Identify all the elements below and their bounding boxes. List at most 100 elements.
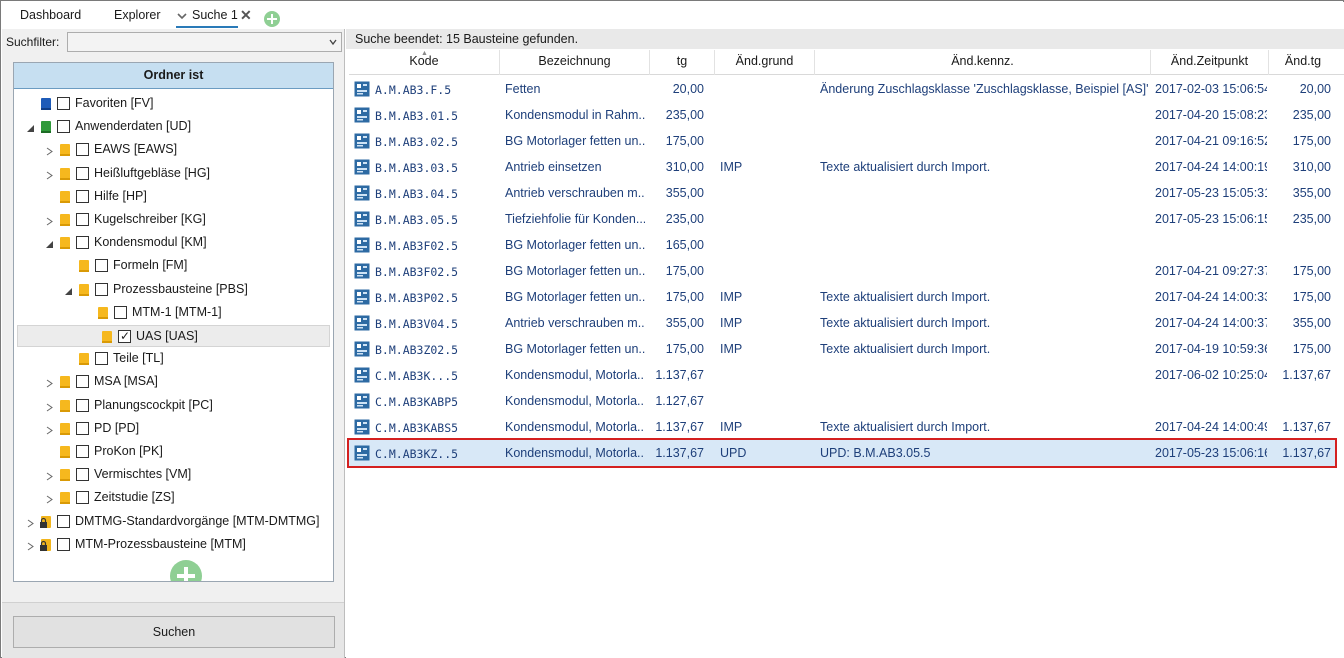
table-row[interactable]: B.M.AB3.05.5 Tiefziehfolie für Konden... 2… [349,206,1337,232]
column-header-aend-kennz[interactable]: Änd.kennz. [815,50,1151,75]
expand-open-icon[interactable] [45,238,54,249]
tree-item[interactable]: Anwenderdaten [UD] [14,116,333,138]
tree-item[interactable]: Teile [TL] [14,348,333,370]
tree-header: Ordner ist [14,63,333,89]
table-row[interactable]: A.M.AB3.F.5 Fetten 20,00 Änderung Zuschlags… [349,76,1337,102]
column-header-bezeichnung[interactable]: Bezeichnung [500,50,650,75]
expand-closed-icon[interactable] [45,169,54,180]
expand-closed-icon[interactable] [45,401,54,412]
checkbox-checked[interactable]: ✓ [118,330,131,343]
expand-closed-icon[interactable] [45,470,54,481]
tree-item[interactable]: DMTMG-Standardvorgänge [MTM-DMTMG] [14,511,333,533]
table-row[interactable]: B.M.AB3.02.5 BG Motorlager fetten un... 17… [349,128,1337,154]
table-row[interactable]: B.M.AB3V04.5 Antrieb verschrauben m... 355… [349,310,1337,336]
tree-item[interactable]: Zeitstudie [ZS] [14,487,333,509]
checkbox[interactable] [76,398,89,412]
table-row[interactable]: C.M.AB3KABS5 Kondensmodul, Motorla... 1.13… [349,414,1337,440]
column-header-aend-grund[interactable]: Änd.grund [715,50,815,75]
checkbox[interactable] [114,305,127,319]
tab-search[interactable]: Suche 1 ✕ [176,8,252,28]
cell-kode: B.M.AB3P02.5 [375,291,459,305]
close-icon[interactable]: ✕ [240,8,252,23]
cell-kode: C.M.AB3KABS5 [375,421,459,435]
table-row[interactable]: B.M.AB3P02.5 BG Motorlager fetten un... 17… [349,284,1337,310]
column-header-kode[interactable]: ▲ Kode [349,50,500,75]
checkbox[interactable] [76,421,89,435]
expand-closed-icon[interactable] [26,540,35,551]
search-button[interactable]: Suchen [13,616,335,648]
checkbox[interactable] [76,375,89,389]
checkbox[interactable] [57,120,70,134]
expand-open-icon[interactable] [26,122,35,133]
tab-explorer[interactable]: Explorer [114,8,161,28]
checkbox[interactable] [95,352,108,366]
checkbox[interactable] [76,189,89,203]
expand-closed-icon[interactable] [45,377,54,388]
locked-book-icon [38,537,54,553]
cell-bez: Antrieb verschrauben m... [505,316,645,330]
table-row[interactable]: B.M.AB3.01.5 Kondensmodul in Rahm... 235,0… [349,102,1337,128]
checkbox[interactable] [76,143,89,157]
checkbox[interactable] [57,537,70,551]
column-header-tg[interactable]: tg [650,50,715,75]
tree-item[interactable]: PD [PD] [14,418,333,440]
tree-item[interactable]: Vermischtes [VM] [14,464,333,486]
table-row[interactable]: B.M.AB3F02.5 BG Motorlager fetten un... 16… [349,232,1337,258]
tree-item[interactable]: ProKon [PK] [14,441,333,463]
tree-item[interactable]: Formeln [FM] [14,255,333,277]
checkbox[interactable] [95,259,108,273]
table-row[interactable]: C.M.AB3KABP5 Kondensmodul, Motorla... 1.12… [349,388,1337,414]
tree-item[interactable]: Kugelschreiber [KG] [14,209,333,231]
table-row[interactable]: C.M.AB3K...5 Kondensmodul, Motorla... 1.13… [349,362,1337,388]
column-header-aend-zeitpunkt[interactable]: Änd.Zeitpunkt [1151,50,1269,75]
module-icon [354,237,370,253]
checkbox[interactable] [76,445,89,458]
checkbox[interactable] [76,236,89,250]
add-condition-icon[interactable] [170,560,202,581]
tree-item[interactable]: Prozessbausteine [PBS] [14,279,333,301]
expand-closed-icon[interactable] [45,145,54,156]
tree-item-label: Kondensmodul [KM] [94,235,207,250]
expand-closed-icon[interactable] [45,215,54,226]
checkbox[interactable] [57,514,70,528]
table-row[interactable]: B.M.AB3.04.5 Antrieb verschrauben m... 355… [349,180,1337,206]
add-tab-icon[interactable] [264,11,280,27]
table-row[interactable]: B.M.AB3.03.5 Antrieb einsetzen 310,00 IMP Te… [349,154,1337,180]
cell-kode: B.M.AB3.02.5 [375,135,459,149]
tree-item[interactable]: Kondensmodul [KM] [14,232,333,254]
cell-aendtg: 20,00 [1299,82,1331,96]
tree-item[interactable]: MTM-Prozessbausteine [MTM] [14,534,333,556]
tree-item[interactable]: Hilfe [HP] [14,186,333,208]
table-row[interactable]: B.M.AB3Z02.5 BG Motorlager fetten un... 17… [349,336,1337,362]
column-header-aend-tg[interactable]: Änd.tg [1269,50,1337,75]
tab-dashboard[interactable]: Dashboard [20,8,81,28]
expand-closed-icon[interactable] [45,424,54,435]
tree-item[interactable]: MSA [MSA] [14,371,333,393]
table-row[interactable]: B.M.AB3F02.5 BG Motorlager fetten un... 17… [349,258,1337,284]
checkbox[interactable] [76,213,89,226]
tree-item-label: Zeitstudie [ZS] [94,490,175,505]
cell-zeit: 2017-04-19 10:59:36 [1155,342,1267,356]
checkbox[interactable] [76,468,89,482]
checkbox[interactable] [76,166,89,180]
tree-item[interactable]: ✓ UAS [UAS] [17,325,330,347]
tree-item[interactable]: Favoriten [FV] [14,93,333,115]
checkbox[interactable] [57,97,70,110]
checkbox[interactable] [76,491,89,505]
checkbox[interactable] [95,282,108,296]
cell-kennz: Texte aktualisiert durch Import. [820,316,991,330]
tree-item[interactable]: Planungscockpit [PC] [14,395,333,417]
expand-closed-icon[interactable] [26,517,35,528]
search-filter-dropdown[interactable] [67,32,342,52]
chevron-down-icon [329,39,337,46]
tree-item[interactable]: Heißluftgebläse [HG] [14,163,333,185]
tree-item[interactable]: EAWS [EAWS] [14,139,333,161]
tree-item[interactable]: MTM-1 [MTM-1] [14,302,333,324]
table-header: ▲ Kode Bezeichnung tg Änd.grund Änd.kennz… [349,50,1344,75]
expand-closed-icon[interactable] [45,493,54,504]
cell-zeit: 2017-02-03 15:06:54 [1155,82,1267,96]
cell-bez: Kondensmodul, Motorla... [505,368,645,382]
table-row[interactable]: C.M.AB3KZ..5 Kondensmodul, Motorla... 1.13… [347,438,1337,468]
yellow-folder-icon [76,258,92,274]
expand-open-icon[interactable] [64,285,73,295]
